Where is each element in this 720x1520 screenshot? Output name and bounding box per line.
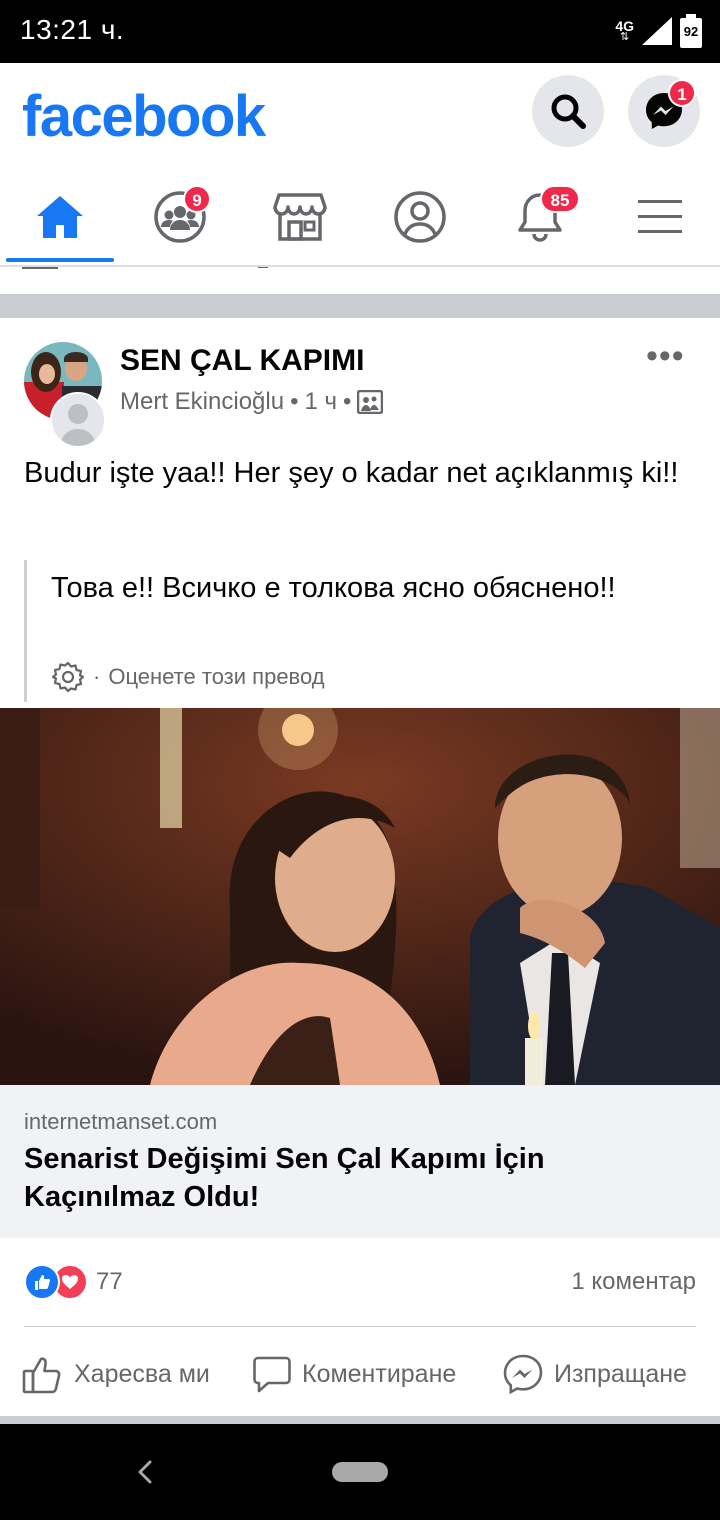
search-icon bbox=[551, 94, 586, 129]
feed-separator bbox=[0, 294, 720, 318]
marketplace-icon bbox=[273, 193, 327, 241]
signal-icon bbox=[642, 17, 672, 45]
author-name[interactable]: Mert Ekincioğlu bbox=[120, 388, 284, 416]
messenger-badge: 1 bbox=[668, 79, 696, 107]
reactions-row: 77 1 коментар bbox=[24, 1262, 696, 1302]
reaction-count[interactable]: 77 bbox=[96, 1268, 123, 1296]
status-time: 13:21 ч. bbox=[20, 14, 125, 45]
active-tab-indicator bbox=[6, 258, 114, 262]
share-button[interactable]: Изпращане bbox=[502, 1334, 687, 1414]
post-meta: Mert Ekincioğlu • 1 ч • bbox=[120, 388, 384, 416]
post-actions: Харесва ми Коментиране Изпращане bbox=[0, 1334, 720, 1414]
link-image[interactable] bbox=[0, 708, 720, 1085]
battery-level: 92 bbox=[683, 24, 699, 39]
post-text: Budur işte yaa!! Her şey o kadar net açı… bbox=[24, 457, 679, 489]
tab-groups[interactable]: 9 bbox=[120, 173, 240, 261]
like-button[interactable]: Харесва ми bbox=[22, 1334, 210, 1414]
home-pill[interactable] bbox=[332, 1462, 388, 1482]
battery-icon: 92 bbox=[680, 14, 702, 48]
meta-separator: • bbox=[343, 388, 352, 415]
previous-post-remnant bbox=[0, 267, 720, 293]
home-icon bbox=[37, 196, 83, 238]
comment-icon bbox=[253, 1356, 291, 1393]
author-avatar[interactable] bbox=[50, 392, 106, 448]
feed-post: SEN ÇAL KAPIMI Mert Ekincioğlu • 1 ч • •… bbox=[0, 318, 720, 1418]
rate-translation-link[interactable]: Оценете този превод bbox=[108, 664, 324, 690]
comment-count[interactable]: 1 коментар bbox=[571, 1268, 696, 1296]
link-title[interactable]: Senarist Değişimi Sen Çal Kapımı İçin Ka… bbox=[24, 1140, 674, 1216]
gear-icon[interactable] bbox=[51, 660, 85, 694]
nav-tabs: 9 85 bbox=[0, 173, 720, 267]
feed-separator-bottom bbox=[0, 1416, 720, 1424]
facebook-logo[interactable]: facebook bbox=[22, 83, 266, 150]
like-label: Харесва ми bbox=[74, 1359, 210, 1388]
tab-home[interactable] bbox=[0, 173, 120, 261]
back-icon[interactable] bbox=[132, 1454, 156, 1490]
link-preview-card[interactable]: internetmanset.com Senarist Değişimi Sen… bbox=[0, 1085, 720, 1238]
tab-menu[interactable] bbox=[600, 173, 720, 261]
share-label: Изпращане bbox=[554, 1359, 687, 1388]
messenger-share-icon bbox=[503, 1354, 543, 1395]
comment-label: Коментиране bbox=[302, 1359, 457, 1388]
groups-badge: 9 bbox=[183, 185, 211, 213]
tab-notifications[interactable]: 85 bbox=[480, 173, 600, 261]
profile-icon bbox=[394, 191, 446, 243]
like-icon bbox=[22, 1357, 61, 1394]
post-avatars[interactable] bbox=[24, 342, 106, 448]
translation-footer: · Оценете този превод bbox=[51, 660, 325, 694]
data-arrows-icon: ⇅ bbox=[620, 31, 630, 43]
system-nav-bar bbox=[0, 1424, 720, 1520]
network-indicator: 4G ⇅ bbox=[615, 19, 634, 43]
app-header: facebook 1 bbox=[0, 63, 720, 173]
search-button[interactable] bbox=[532, 75, 604, 147]
tab-profile[interactable] bbox=[360, 173, 480, 261]
notifications-badge: 85 bbox=[540, 185, 580, 213]
translation-block: Това е!! Всичко е толкова ясно обяснено!… bbox=[24, 560, 697, 702]
link-domain: internetmanset.com bbox=[24, 1109, 218, 1134]
reaction-icons[interactable] bbox=[24, 1264, 90, 1300]
status-icons: 4G ⇅ 92 bbox=[615, 14, 702, 48]
post-time[interactable]: 1 ч bbox=[304, 388, 337, 416]
menu-icon bbox=[638, 200, 682, 233]
meta-separator: • bbox=[290, 388, 299, 415]
tab-marketplace[interactable] bbox=[240, 173, 360, 261]
dot-separator: · bbox=[93, 664, 101, 689]
page-name[interactable]: SEN ÇAL KAPIMI bbox=[120, 344, 364, 378]
like-reaction-icon bbox=[24, 1264, 60, 1300]
more-options-button[interactable]: ••• bbox=[646, 339, 685, 373]
status-bar: 13:21 ч. 4G ⇅ 92 bbox=[0, 0, 720, 63]
translation-text: Това е!! Всичко е толкова ясно обяснено!… bbox=[51, 572, 616, 604]
audience-icon bbox=[357, 390, 384, 414]
messenger-button[interactable]: 1 bbox=[628, 75, 700, 147]
comment-button[interactable]: Коментиране bbox=[252, 1334, 456, 1414]
actions-divider bbox=[24, 1326, 696, 1327]
